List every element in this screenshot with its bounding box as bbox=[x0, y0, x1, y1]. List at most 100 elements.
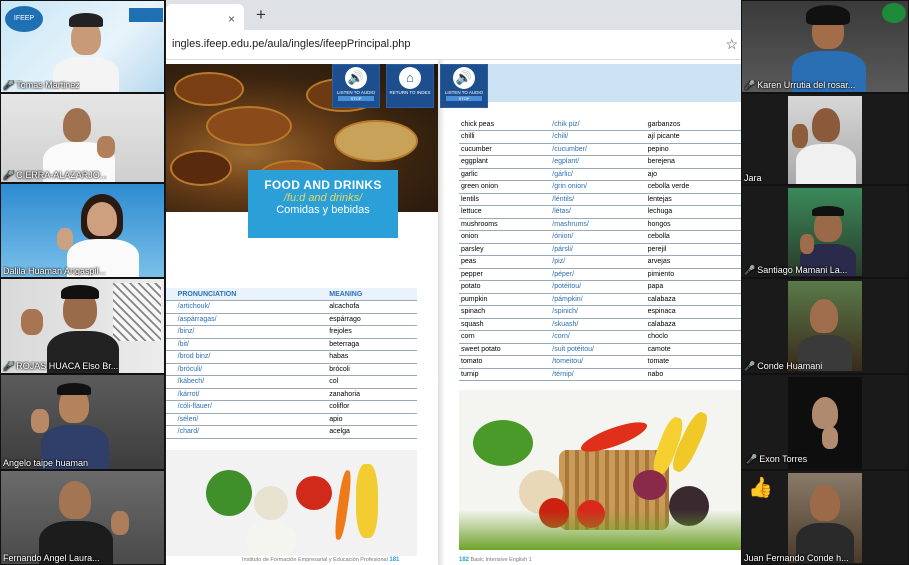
table-row: /séleri/apio bbox=[166, 413, 417, 426]
participant-tile-9[interactable]: 🎤 Santiago Mamani La... bbox=[741, 185, 909, 278]
table-row: corn/corn/choclo bbox=[459, 330, 741, 344]
table-row: parsley/pársli/perejil bbox=[459, 243, 741, 256]
listen-audio-button-2[interactable]: 🔊 LISTEN TO AUDIO STOP bbox=[440, 64, 488, 108]
muted-mic-icon: 🎤 bbox=[744, 265, 756, 275]
participant-tile-6[interactable]: Fernando Angel Laura... bbox=[0, 470, 165, 565]
listen-audio-button-1[interactable]: 🔊 LISTEN TO AUDIO STOP bbox=[332, 64, 380, 108]
table-row: peas/piz/arvejas bbox=[459, 255, 741, 269]
vocabulary-table-left: PRONUNCIATION MEANING/artichouk/alcachofa… bbox=[166, 288, 417, 439]
participant-tile-7[interactable]: 🎤 Karen Urrutia del rosar... bbox=[741, 0, 909, 93]
right-page-header-band bbox=[445, 64, 741, 102]
word-cell: squash bbox=[459, 318, 551, 331]
participant-tile-2[interactable]: 🎤 CIERRA-ALAZARJO... bbox=[0, 93, 165, 183]
pronunciation-cell: /létas/ bbox=[550, 205, 646, 219]
participant-name-1: 🎤 Tomas Martinez bbox=[3, 80, 80, 90]
word-cell: pumpkin bbox=[459, 293, 551, 306]
pronunciation-cell: /chard/ bbox=[175, 425, 328, 439]
bookmark-star-icon[interactable]: ☆ bbox=[725, 36, 738, 53]
pronunciation-cell: /chik piz/ bbox=[550, 118, 646, 131]
pronunciation-cell: /mashrums/ bbox=[550, 218, 646, 231]
word-cell bbox=[166, 338, 176, 351]
table-row: /aspárragas/espárrago bbox=[166, 313, 417, 326]
pronunciation-cell: /ónion/ bbox=[550, 230, 646, 244]
table-header-row: PRONUNCIATION MEANING bbox=[166, 288, 417, 301]
vegetables-basket-image bbox=[459, 390, 741, 550]
meaning-cell: calabaza bbox=[645, 318, 741, 331]
participant-tile-3[interactable]: Dalila Huaman Angaspil... bbox=[0, 183, 165, 278]
muted-mic-icon: 🎤 bbox=[3, 80, 15, 90]
close-tab-icon[interactable]: × bbox=[228, 12, 235, 26]
table-row: tomato/tomeitou/tomate bbox=[459, 355, 741, 369]
column-header: MEANING bbox=[327, 288, 417, 301]
meaning-cell: apio bbox=[327, 413, 417, 426]
meaning-cell: frejoles bbox=[327, 325, 417, 339]
meaning-cell: calabaza bbox=[645, 293, 741, 306]
return-to-index-button[interactable]: ⌂ RETURN TO INDEX bbox=[386, 64, 434, 108]
meaning-cell: papa bbox=[645, 280, 741, 294]
muted-mic-icon: 🎤 bbox=[3, 361, 15, 371]
meaning-cell: brócoli bbox=[327, 363, 417, 376]
word-cell: spinach bbox=[459, 305, 551, 319]
meaning-cell: garbanzos bbox=[645, 118, 741, 131]
word-cell: corn bbox=[459, 330, 551, 344]
browser-tab-bar: × + bbox=[166, 0, 741, 30]
participant-tile-4[interactable]: 🎤 ROJAS HUACA Elso Br... bbox=[0, 278, 165, 374]
thumbs-up-hand bbox=[111, 511, 129, 535]
pronunciation-cell: /cucumber/ bbox=[550, 143, 646, 156]
participant-tile-10[interactable]: 🎤 Conde Huamani bbox=[741, 278, 909, 374]
participant-tile-5[interactable]: Angelo taipe huaman bbox=[0, 374, 165, 470]
participant-tile-8[interactable]: Jara bbox=[741, 93, 909, 185]
table-row: /bit/beterraga bbox=[166, 338, 417, 351]
meaning-cell: lechuga bbox=[645, 205, 741, 219]
word-cell: green onion bbox=[459, 180, 551, 194]
meaning-cell: hongos bbox=[645, 218, 741, 231]
meaning-cell: arvejas bbox=[645, 255, 741, 269]
browser-tab[interactable]: × bbox=[166, 4, 244, 30]
word-cell bbox=[166, 388, 176, 401]
title-phonetic: /fu:d and drinks/ bbox=[283, 192, 363, 204]
address-bar[interactable]: ingles.ifeep.edu.pe/aula/ingles/ifeepPri… bbox=[166, 30, 741, 60]
meaning-cell: beterraga bbox=[327, 338, 417, 351]
meaning-cell: espinaca bbox=[645, 305, 741, 319]
video-conference-screen: IFEEP 🎤 Tomas Martinez 🎤 CIERRA-ALAZARJO..… bbox=[0, 0, 909, 565]
new-tab-button[interactable]: + bbox=[256, 5, 266, 25]
title-english: FOOD AND DRINKS bbox=[264, 178, 382, 192]
left-book-page: FOOD AND DRINKS /fu:d and drinks/ Comida… bbox=[166, 60, 438, 565]
word-cell bbox=[166, 325, 176, 339]
table-row: pepper/péper/pimiento bbox=[459, 268, 741, 281]
home-icon: ⌂ bbox=[399, 67, 421, 89]
meaning-cell: habas bbox=[327, 350, 417, 364]
table-row: cucumber/cucumber/pepino bbox=[459, 143, 741, 156]
pronunciation-cell: /chili/ bbox=[550, 130, 646, 144]
participant-name-6: Fernando Angel Laura... bbox=[3, 553, 100, 563]
ebook-page: FOOD AND DRINKS /fu:d and drinks/ Comida… bbox=[166, 60, 741, 565]
meaning-cell: pepino bbox=[645, 143, 741, 156]
table-row: potato/potéitou/papa bbox=[459, 280, 741, 294]
muted-mic-icon: 🎤 bbox=[744, 361, 756, 371]
word-cell bbox=[166, 413, 176, 426]
meaning-cell: camote bbox=[645, 343, 741, 356]
participant-tile-12[interactable]: 👍 Juan Fernando Conde h... bbox=[741, 470, 909, 565]
muted-mic-icon: 🎤 bbox=[744, 80, 756, 90]
thumbs-up-hand bbox=[21, 309, 43, 335]
word-cell: pepper bbox=[459, 268, 551, 281]
participant-name-7: 🎤 Karen Urrutia del rosar... bbox=[744, 80, 856, 90]
word-cell bbox=[166, 400, 176, 414]
table-row: chilli/chili/ají picante bbox=[459, 130, 741, 144]
participant-tile-1[interactable]: IFEEP 🎤 Tomas Martinez bbox=[0, 0, 165, 93]
participant-tile-11[interactable]: 🎤 Exon Torres bbox=[741, 374, 909, 470]
word-cell bbox=[166, 350, 176, 364]
url-text[interactable]: ingles.ifeep.edu.pe/aula/ingles/ifeepPri… bbox=[172, 38, 411, 50]
shared-screen-browser: × + ingles.ifeep.edu.pe/aula/ingles/ifee… bbox=[166, 0, 741, 565]
word-cell: onion bbox=[459, 230, 551, 244]
pronunciation-cell: /séleri/ bbox=[175, 413, 328, 426]
thumbs-up-reaction-icon: 👍 bbox=[748, 477, 773, 499]
table-row: turnip/térnip/nabo bbox=[459, 368, 741, 381]
pronunciation-cell: /bróculi/ bbox=[175, 363, 328, 376]
muted-mic-icon: 🎤 bbox=[746, 454, 758, 464]
table-row: green onion/grin onion/cebolla verde bbox=[459, 180, 741, 194]
word-cell: cucumber bbox=[459, 143, 551, 156]
participant-name-9: 🎤 Santiago Mamani La... bbox=[744, 265, 848, 275]
participant-name-5: Angelo taipe huaman bbox=[3, 458, 89, 468]
meaning-cell: perejil bbox=[645, 243, 741, 256]
